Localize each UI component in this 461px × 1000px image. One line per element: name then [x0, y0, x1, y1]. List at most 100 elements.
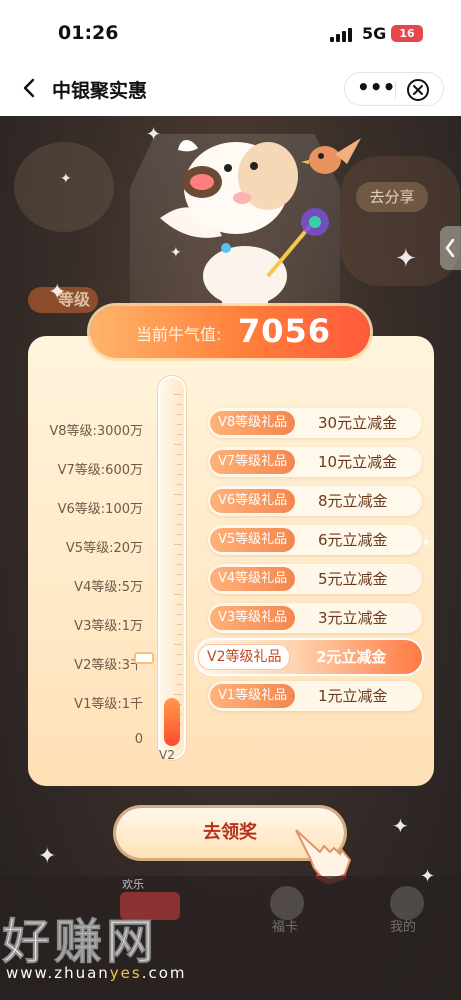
game-stage: 去分享 等级 V8等级:3000万 V7等级:600万 V6等级:100万 V5…: [0, 116, 461, 1000]
reward-tag: V1等级礼品: [210, 684, 296, 708]
sparkle-icon: ✦: [170, 245, 182, 261]
reward-item: V7等级礼品 10元立减金: [208, 447, 422, 477]
thermometer-tick: [174, 694, 182, 695]
reward-item-current: V2等级礼品 2元立减金: [196, 640, 422, 674]
thermometer-tick: [177, 574, 182, 575]
reward-item: V6等级礼品 8元立减金: [208, 486, 422, 516]
level-label: V6等级:100万: [57, 502, 143, 517]
sparkle-icon: ✦: [420, 535, 432, 551]
reward-tag: V3等级礼品: [210, 606, 296, 630]
level-label: V5等级:20万: [65, 541, 143, 556]
sparkle-icon: ✦: [395, 244, 417, 274]
reward-amount: 3元立减金: [318, 609, 388, 627]
reward-item: V8等级礼品 30元立减金: [208, 408, 422, 438]
thermometer-tick: [174, 444, 182, 445]
current-value: 7056: [238, 312, 332, 350]
level-label: V3等级:1万: [74, 619, 143, 634]
sparkle-icon: ✦: [38, 844, 57, 869]
level-label: 0: [134, 732, 143, 747]
thermometer-tick: [174, 394, 182, 395]
reward-tag: V7等级礼品: [210, 450, 296, 474]
thermometer-tick: [177, 584, 182, 585]
thermometer-tick: [177, 534, 182, 535]
thermometer-tick: [177, 674, 182, 675]
thermometer-tick: [177, 624, 182, 625]
thermometer-tick: [177, 424, 182, 425]
reward-item: V4等级礼品 5元立减金: [208, 564, 422, 594]
watermark-logo: 好赚网: [1, 914, 159, 971]
thermometer-tick: [177, 434, 182, 435]
page-title: 中银聚实惠: [52, 80, 148, 102]
level-label: V8等级:3000万: [49, 424, 143, 439]
progress-fill: [164, 698, 180, 746]
sparkle-icon: ✦: [420, 866, 436, 887]
current-level-tag: V2: [159, 748, 175, 762]
reward-amount: 6元立减金: [318, 531, 388, 549]
pointing-hand-icon: [295, 829, 352, 884]
sparkle-icon: ✦: [48, 280, 67, 305]
capsule-divider: [395, 81, 396, 99]
current-value-banner: 当前牛气值: 7056: [90, 306, 370, 358]
reward-tag: V8等级礼品: [210, 411, 296, 435]
thermometer-tick: [177, 524, 182, 525]
network-type: 5G: [362, 24, 387, 43]
thermometer-tick: [177, 604, 182, 605]
level-label: V1等级:1千: [74, 697, 143, 712]
thermometer-tick: [174, 494, 182, 495]
thermometer-ticks: [174, 394, 182, 725]
background-decoration: [14, 142, 114, 232]
level-label: V7等级:600万: [57, 463, 143, 478]
progress-thermometer: [158, 376, 186, 760]
reward-tag: V5等级礼品: [210, 528, 296, 552]
sparkle-icon: ✦: [392, 814, 409, 838]
battery-icon: 16: [391, 25, 423, 42]
watermark: 好赚网 www.zhuanyes.com: [0, 900, 461, 1000]
status-bar: 01:26 5G 16: [0, 0, 461, 62]
reward-amount: 10元立减金: [318, 453, 398, 471]
current-value-label: 当前牛气值:: [136, 325, 222, 344]
back-arrow-icon[interactable]: [18, 76, 42, 100]
thermometer-tick: [177, 514, 182, 515]
thermometer-tick: [177, 464, 182, 465]
thermometer-tick: [177, 614, 182, 615]
chevron-left-icon: [445, 238, 455, 258]
sparkle-icon: ✦: [60, 171, 72, 187]
thermometer-tick: [177, 474, 182, 475]
share-button[interactable]: 去分享: [356, 182, 428, 212]
thermometer-tick: [177, 554, 182, 555]
level-label: V2等级:3千: [74, 658, 143, 673]
thermometer-tick: [177, 414, 182, 415]
reward-item: V3等级礼品 3元立减金: [208, 603, 422, 633]
watermark-url: www.zhuanyes.com: [6, 964, 187, 982]
reward-amount: 8元立减金: [318, 492, 388, 510]
side-drawer-tab[interactable]: [440, 226, 461, 270]
reward-amount: 1元立减金: [318, 687, 388, 705]
status-time: 01:26: [58, 22, 119, 44]
mini-program-capsule: •••: [344, 72, 444, 106]
thermometer-tick: [177, 664, 182, 665]
reward-amount: 5元立减金: [318, 570, 388, 588]
thermometer-tick: [177, 404, 182, 405]
sparkle-icon: ✦: [146, 124, 162, 145]
reward-item: V1等级礼品 1元立减金: [208, 681, 422, 711]
thermometer-tick: [174, 644, 182, 645]
thermometer-tick: [174, 544, 182, 545]
level-label: V4等级:5万: [74, 580, 143, 595]
reward-tag: V6等级礼品: [210, 489, 296, 513]
reward-amount: 2元立减金: [316, 648, 387, 666]
bird-illustration: [301, 138, 361, 174]
nav-bar: 中银聚实惠 •••: [0, 62, 461, 116]
more-button[interactable]: •••: [357, 75, 395, 103]
reward-tag: V2等级礼品: [198, 644, 291, 670]
thermometer-tick: [177, 684, 182, 685]
signal-icon: [330, 28, 352, 42]
thermometer-tick: [177, 504, 182, 505]
reward-amount: 30元立减金: [318, 414, 398, 432]
thermometer-tick: [174, 594, 182, 595]
level-card: V8等级:3000万 V7等级:600万 V6等级:100万 V5等级:20万 …: [28, 336, 434, 786]
thermometer-tick: [177, 654, 182, 655]
close-button[interactable]: [405, 77, 431, 103]
thermometer-tick: [177, 454, 182, 455]
thermometer-tick: [177, 484, 182, 485]
reward-item: V5等级礼品 6元立减金: [208, 525, 422, 555]
